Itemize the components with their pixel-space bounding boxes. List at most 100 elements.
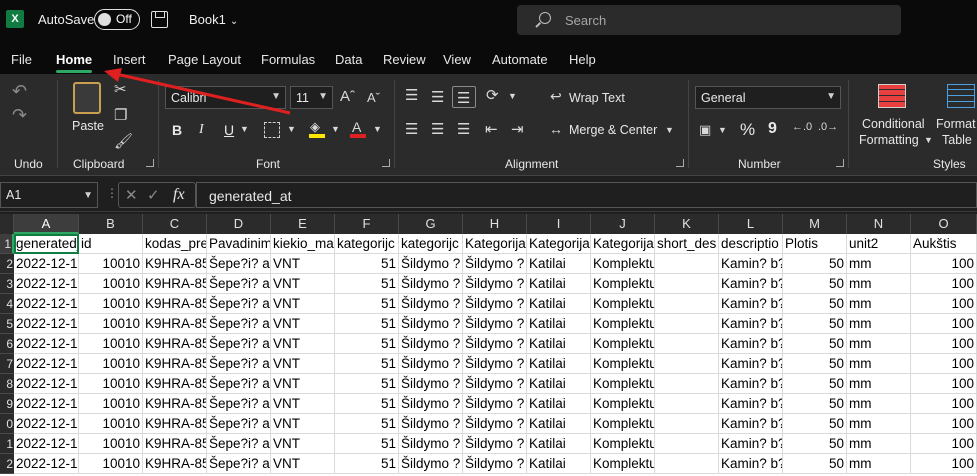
conditional-formatting-icon[interactable]	[878, 84, 906, 108]
table-cell[interactable]: 2022-12-1	[14, 374, 79, 394]
chevron-down-icon[interactable]: ▼	[924, 136, 933, 145]
header-cell[interactable]: kiekio_ma	[271, 234, 335, 254]
cut-icon[interactable]: ✂	[114, 82, 127, 97]
table-cell[interactable]: 100	[911, 354, 977, 374]
column-header-a[interactable]: A	[14, 214, 79, 234]
table-cell[interactable]: VNT	[271, 314, 335, 334]
wrap-text-button[interactable]: Wrap Text	[569, 91, 625, 105]
table-cell[interactable]: 100	[911, 254, 977, 274]
column-header-i[interactable]: I	[527, 214, 591, 234]
table-cell[interactable]: Šepe?i? ai	[207, 334, 271, 354]
table-cell[interactable]: VNT	[271, 254, 335, 274]
header-cell[interactable]: Aukštis	[911, 234, 977, 254]
table-cell[interactable]: 51	[335, 354, 399, 374]
row-header[interactable]: 4	[0, 294, 14, 314]
header-cell[interactable]: unit2	[847, 234, 911, 254]
table-cell[interactable]: K9HRA-85	[143, 414, 207, 434]
column-header-d[interactable]: D	[207, 214, 271, 234]
table-cell[interactable]: mm	[847, 414, 911, 434]
table-cell[interactable]: Šepe?i? ai	[207, 434, 271, 454]
borders-icon[interactable]	[264, 122, 280, 138]
table-cell[interactable]: 51	[335, 434, 399, 454]
workbook-title[interactable]: Book1 ⌄	[189, 12, 238, 27]
decrease-indent-icon[interactable]: ⇤	[485, 122, 498, 137]
table-cell[interactable]: VNT	[271, 414, 335, 434]
header-cell[interactable]: short_des	[655, 234, 719, 254]
table-cell[interactable]: Šildymo ?	[463, 454, 527, 474]
table-cell[interactable]: Šildymo ?	[399, 374, 463, 394]
table-cell[interactable]: Komplektuojan?ios i	[591, 354, 655, 374]
table-cell[interactable]: 50	[783, 434, 847, 454]
table-cell[interactable]: 50	[783, 334, 847, 354]
tab-page-layout[interactable]: Page Layout	[168, 52, 241, 67]
row-header[interactable]: 6	[0, 334, 14, 354]
chevron-down-icon[interactable]: ▼	[508, 92, 517, 101]
table-cell[interactable]: Šildymo ?	[399, 434, 463, 454]
table-cell[interactable]: Kamin? b?	[719, 434, 783, 454]
table-cell[interactable]: K9HRA-85	[143, 294, 207, 314]
table-cell[interactable]: Šepe?i? ai	[207, 374, 271, 394]
increase-indent-icon[interactable]: ⇥	[511, 122, 524, 137]
table-cell[interactable]: Šildymo ?	[463, 374, 527, 394]
column-header-j[interactable]: J	[591, 214, 655, 234]
row-header[interactable]: 5	[0, 314, 14, 334]
chevron-down-icon[interactable]: ▼	[287, 125, 296, 134]
column-header-e[interactable]: E	[271, 214, 335, 234]
column-header-h[interactable]: H	[463, 214, 527, 234]
row-header[interactable]: 3	[0, 274, 14, 294]
table-cell[interactable]: 51	[335, 334, 399, 354]
table-cell[interactable]: K9HRA-85	[143, 394, 207, 414]
percent-button[interactable]: %	[740, 120, 755, 140]
format-as-table-label-1[interactable]: Format	[936, 117, 976, 131]
row-header[interactable]: 7	[0, 354, 14, 374]
column-header-n[interactable]: N	[847, 214, 911, 234]
table-cell[interactable]: VNT	[271, 434, 335, 454]
table-cell[interactable]: 51	[335, 394, 399, 414]
align-middle-icon[interactable]: ☰	[431, 90, 444, 105]
table-cell[interactable]: 2022-12-1	[14, 254, 79, 274]
table-cell[interactable]: Šildymo ?	[399, 294, 463, 314]
spreadsheet-grid[interactable]: ABCDEFGHIJKLMNO 1generated_atidkodas_pre…	[0, 214, 977, 476]
table-cell[interactable]: K9HRA-85	[143, 434, 207, 454]
align-center-icon[interactable]: ☰	[431, 122, 444, 137]
table-cell[interactable]: 10010	[79, 454, 143, 474]
row-header[interactable]: 2	[0, 254, 14, 274]
table-cell[interactable]: 51	[335, 314, 399, 334]
column-header-f[interactable]: F	[335, 214, 399, 234]
table-cell[interactable]: Šepe?i? ai	[207, 454, 271, 474]
table-cell[interactable]: K9HRA-85	[143, 274, 207, 294]
chevron-down-icon[interactable]: ▼	[240, 125, 249, 134]
table-cell[interactable]: 100	[911, 314, 977, 334]
table-cell[interactable]: 2022-12-1	[14, 314, 79, 334]
table-cell[interactable]: 10010	[79, 334, 143, 354]
column-header-l[interactable]: L	[719, 214, 783, 234]
table-cell[interactable]: 2022-12-1	[14, 274, 79, 294]
table-cell[interactable]: Šepe?i? ai	[207, 354, 271, 374]
table-cell[interactable]: Šepe?i? ai	[207, 254, 271, 274]
table-cell[interactable]: mm	[847, 314, 911, 334]
table-cell[interactable]: mm	[847, 354, 911, 374]
table-cell[interactable]: 10010	[79, 294, 143, 314]
table-cell[interactable]: 51	[335, 274, 399, 294]
paste-icon[interactable]	[73, 82, 101, 114]
cancel-icon[interactable]: ✕	[125, 188, 138, 203]
autosave-toggle[interactable]: Off	[94, 9, 140, 30]
table-cell[interactable]: Kamin? b?	[719, 374, 783, 394]
table-cell[interactable]: 50	[783, 374, 847, 394]
table-cell[interactable]: Šepe?i? ai	[207, 414, 271, 434]
table-cell[interactable]	[655, 274, 719, 294]
merge-center-button[interactable]: Merge & Center	[569, 123, 657, 137]
align-left-icon[interactable]: ☰	[405, 122, 418, 137]
table-cell[interactable]: Šepe?i? ai	[207, 274, 271, 294]
table-cell[interactable]: Šildymo ?	[399, 354, 463, 374]
table-cell[interactable]: 10010	[79, 374, 143, 394]
table-cell[interactable]	[655, 374, 719, 394]
header-cell[interactable]: Plotis	[783, 234, 847, 254]
increase-font-icon[interactable]: Aˆ	[340, 89, 355, 104]
table-cell[interactable]: Šildymo ?	[463, 434, 527, 454]
decrease-decimal-icon[interactable]: .0→	[818, 122, 838, 133]
table-cell[interactable]: 50	[783, 354, 847, 374]
merge-center-icon[interactable]: ↔	[549, 122, 563, 136]
tab-review[interactable]: Review	[383, 52, 426, 67]
table-cell[interactable]	[655, 354, 719, 374]
